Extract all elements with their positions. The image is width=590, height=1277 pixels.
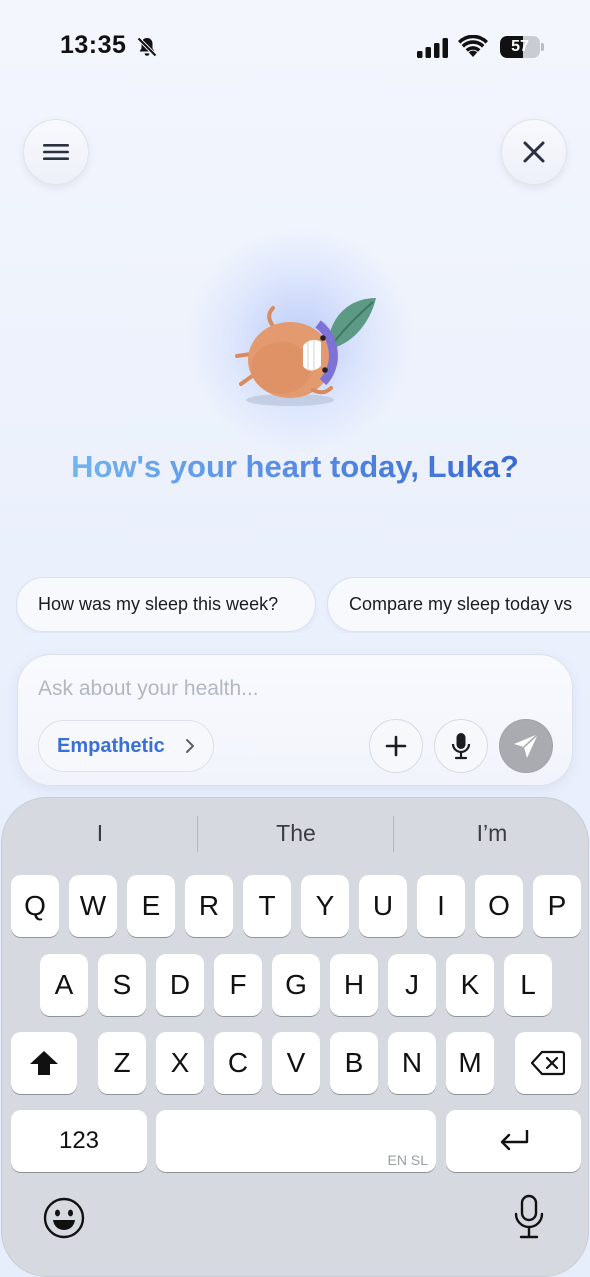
- key[interactable]: C: [214, 1032, 262, 1094]
- key[interactable]: E: [127, 875, 175, 937]
- return-key[interactable]: [446, 1110, 581, 1172]
- shift-key[interactable]: [11, 1032, 77, 1094]
- prediction-suggestion[interactable]: I’m: [394, 820, 590, 847]
- key[interactable]: I: [417, 875, 465, 937]
- key[interactable]: S: [98, 954, 146, 1016]
- suggestion-chip[interactable]: Compare my sleep today vs: [327, 577, 590, 632]
- key[interactable]: Z: [98, 1032, 146, 1094]
- key[interactable]: U: [359, 875, 407, 937]
- plus-icon: [385, 735, 407, 757]
- key[interactable]: J: [388, 954, 436, 1016]
- message-composer: Empathetic: [17, 654, 573, 786]
- return-icon: [500, 1130, 528, 1151]
- key[interactable]: B: [330, 1032, 378, 1094]
- onscreen-keyboard: I The I’m Q W E R T Y U I O P A S D F G …: [1, 797, 589, 1277]
- key[interactable]: H: [330, 954, 378, 1016]
- send-button[interactable]: [499, 719, 553, 773]
- message-input[interactable]: [38, 675, 538, 703]
- key[interactable]: X: [156, 1032, 204, 1094]
- chevron-right-icon: [186, 739, 194, 753]
- suggestion-chips: How was my sleep this week? Compare my s…: [16, 577, 590, 633]
- key[interactable]: K: [446, 954, 494, 1016]
- mascot-illustration: [235, 298, 376, 406]
- numbers-key[interactable]: 123: [11, 1110, 147, 1172]
- voice-input-button[interactable]: [434, 719, 488, 773]
- delete-key[interactable]: [515, 1032, 581, 1094]
- keyboard-language-label: EN SL: [387, 1152, 428, 1168]
- attach-button[interactable]: [369, 719, 423, 773]
- key[interactable]: Q: [11, 875, 59, 937]
- delete-icon: [530, 1050, 566, 1076]
- suggestion-chip[interactable]: How was my sleep this week?: [16, 577, 316, 632]
- key[interactable]: O: [475, 875, 523, 937]
- battery-percent: 57: [511, 38, 529, 55]
- cellular-signal-icon: [417, 38, 448, 58]
- status-bar: 13:35 57: [0, 0, 590, 95]
- bell-slash-icon: [137, 37, 157, 57]
- shift-icon: [30, 1051, 58, 1075]
- key[interactable]: G: [272, 954, 320, 1016]
- space-key[interactable]: EN SL: [156, 1110, 436, 1172]
- status-time: 13:35: [60, 31, 127, 59]
- menu-button[interactable]: [23, 119, 89, 185]
- close-x-icon: [523, 141, 545, 163]
- key[interactable]: L: [504, 954, 552, 1016]
- key[interactable]: P: [533, 875, 581, 937]
- greeting-title: How's your heart today, Luka?: [0, 449, 590, 485]
- emoji-icon[interactable]: [42, 1196, 86, 1240]
- key[interactable]: N: [388, 1032, 436, 1094]
- key[interactable]: V: [272, 1032, 320, 1094]
- hamburger-menu-icon: [43, 144, 69, 160]
- key[interactable]: T: [243, 875, 291, 937]
- key[interactable]: F: [214, 954, 262, 1016]
- microphone-icon: [451, 733, 471, 760]
- prediction-suggestion[interactable]: I: [2, 820, 198, 847]
- dictation-mic-icon[interactable]: [512, 1194, 546, 1240]
- key[interactable]: A: [40, 954, 88, 1016]
- key[interactable]: W: [69, 875, 117, 937]
- prediction-suggestion[interactable]: The: [198, 820, 394, 847]
- tone-mode-button[interactable]: Empathetic: [38, 720, 214, 772]
- key[interactable]: R: [185, 875, 233, 937]
- tone-mode-label: Empathetic: [57, 734, 165, 757]
- close-button[interactable]: [501, 119, 567, 185]
- key[interactable]: Y: [301, 875, 349, 937]
- send-icon: [514, 733, 539, 758]
- battery-icon: 57: [500, 36, 544, 58]
- key[interactable]: M: [446, 1032, 494, 1094]
- key[interactable]: D: [156, 954, 204, 1016]
- wifi-icon: [458, 35, 488, 57]
